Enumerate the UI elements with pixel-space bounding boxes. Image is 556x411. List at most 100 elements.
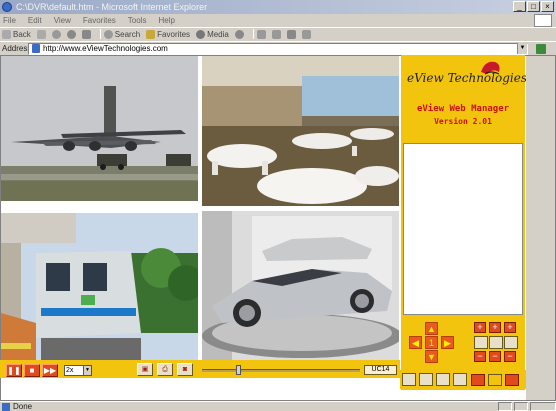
media-icon bbox=[196, 29, 206, 39]
edit-button[interactable] bbox=[286, 29, 296, 39]
favorites-button[interactable]: Favorites bbox=[146, 29, 191, 39]
left-arrow-icon: ◀ bbox=[412, 338, 419, 348]
menu-tools[interactable]: Tools bbox=[128, 14, 147, 27]
playback-control-bar: ❚❚ ■ ▶▶ 2x ▼ ▣ ⎙ ◙ UC14 bbox=[0, 360, 400, 378]
go-icon bbox=[536, 43, 546, 54]
right-arrow-icon: ▶ bbox=[444, 338, 451, 348]
pause-button[interactable]: ❚❚ bbox=[6, 364, 22, 377]
print-icon bbox=[271, 29, 281, 39]
pause-icon: ❚❚ bbox=[7, 366, 21, 375]
back-label: Back bbox=[13, 29, 31, 39]
title-bar: C:\DVR\default.htm - Microsoft Internet … bbox=[0, 0, 556, 14]
ptz-pad: ▲ ◀ 1 ▶ ▼ + + + − − − bbox=[401, 320, 525, 368]
folder-button[interactable] bbox=[453, 373, 467, 386]
status-pane bbox=[498, 402, 512, 411]
discuss-button[interactable] bbox=[301, 29, 311, 39]
up-arrow-icon: ▲ bbox=[427, 324, 436, 334]
single-view-button[interactable] bbox=[471, 374, 485, 386]
settings-button[interactable] bbox=[419, 373, 433, 386]
media-button[interactable]: Media bbox=[196, 29, 229, 39]
menu-help[interactable]: Help bbox=[158, 14, 174, 27]
tilt-up-button[interactable]: ▲ bbox=[425, 322, 438, 335]
print-button[interactable] bbox=[271, 29, 281, 39]
zoom-in-button[interactable]: + bbox=[474, 322, 486, 333]
status-bar: Done bbox=[0, 401, 556, 411]
control-panel: eView Technologies eView Web Manager Ver… bbox=[401, 55, 527, 390]
home-icon bbox=[81, 29, 91, 39]
media-label: Media bbox=[207, 29, 229, 39]
search-button[interactable]: Search bbox=[103, 29, 141, 39]
history-button[interactable] bbox=[234, 29, 244, 39]
iris-icon bbox=[504, 336, 518, 349]
favorites-icon bbox=[146, 29, 156, 39]
home-button[interactable] bbox=[81, 29, 91, 39]
edit-icon bbox=[286, 29, 296, 39]
export-button[interactable]: ▣ bbox=[137, 363, 153, 376]
pan-right-button[interactable]: ▶ bbox=[441, 336, 454, 349]
status-pane bbox=[514, 402, 528, 411]
slider-thumb[interactable] bbox=[236, 365, 241, 375]
print-icon: ⎙ bbox=[162, 366, 168, 373]
stop-nav-button[interactable] bbox=[51, 29, 61, 39]
fast-forward-icon: ▶▶ bbox=[43, 366, 57, 375]
speed-select[interactable]: 2x ▼ bbox=[64, 365, 92, 376]
menu-bar: File Edit View Favorites Tools Help bbox=[0, 14, 556, 27]
camera-view-car[interactable] bbox=[202, 211, 399, 360]
quad-view-button[interactable] bbox=[488, 374, 502, 386]
maximize-button[interactable]: □ bbox=[527, 1, 540, 12]
camera-view-banquet-hall[interactable] bbox=[202, 56, 399, 206]
camera-list-box[interactable] bbox=[403, 143, 523, 315]
right-margin bbox=[526, 56, 555, 400]
fast-forward-button[interactable]: ▶▶ bbox=[42, 364, 58, 377]
menu-view[interactable]: View bbox=[54, 14, 71, 27]
address-url: http://www.eViewTechnologies.com bbox=[43, 44, 168, 53]
nine-view-button[interactable] bbox=[505, 374, 519, 386]
address-dropdown-button[interactable]: ▼ bbox=[517, 43, 527, 54]
browser-window: C:\DVR\default.htm - Microsoft Internet … bbox=[0, 0, 556, 411]
focus-out-button[interactable]: − bbox=[489, 351, 501, 362]
back-icon bbox=[2, 29, 11, 39]
address-label: Address bbox=[2, 44, 32, 53]
status-text: Done bbox=[13, 402, 33, 411]
forward-button[interactable] bbox=[36, 29, 46, 39]
app-version: Version 2.01 bbox=[434, 117, 492, 126]
stop-button[interactable]: ■ bbox=[24, 364, 40, 377]
focus-in-button[interactable]: + bbox=[489, 322, 501, 333]
favorites-label: Favorites bbox=[157, 29, 191, 39]
camera-view-train[interactable] bbox=[1, 213, 198, 360]
camera-view-aircraft[interactable] bbox=[1, 56, 198, 201]
address-input[interactable]: http://www.eViewTechnologies.com ▼ bbox=[28, 42, 528, 55]
playback-slider[interactable] bbox=[202, 365, 360, 375]
forward-icon bbox=[36, 29, 46, 39]
tilt-down-button[interactable]: ▼ bbox=[425, 350, 438, 363]
time-display: UC14 bbox=[364, 365, 397, 375]
refresh-button[interactable] bbox=[66, 29, 76, 39]
mail-button[interactable] bbox=[256, 29, 266, 39]
zoom-icon bbox=[474, 336, 488, 349]
export-icon: ▣ bbox=[141, 366, 149, 373]
address-bar: Address http://www.eViewTechnologies.com… bbox=[0, 41, 556, 55]
search-button[interactable] bbox=[436, 373, 450, 386]
snapshot-button[interactable]: ◙ bbox=[177, 363, 193, 376]
iris-open-button[interactable]: + bbox=[504, 322, 516, 333]
minimize-button[interactable]: _ bbox=[513, 1, 526, 12]
network-button[interactable] bbox=[402, 373, 416, 386]
down-arrow-icon: ▼ bbox=[427, 352, 436, 362]
go-button[interactable] bbox=[531, 43, 551, 55]
close-button[interactable]: × bbox=[541, 1, 554, 12]
preset-button[interactable]: 1 bbox=[425, 336, 438, 349]
camera-icon: ◙ bbox=[182, 366, 188, 373]
menu-file[interactable]: File bbox=[3, 14, 16, 27]
browser-toolbar: Back Search Favorites Media bbox=[0, 27, 556, 40]
zoom-out-button[interactable]: − bbox=[474, 351, 486, 362]
print-snapshot-button[interactable]: ⎙ bbox=[157, 363, 173, 376]
speed-dropdown-icon: ▼ bbox=[83, 366, 91, 375]
refresh-icon bbox=[66, 29, 76, 39]
menu-favorites[interactable]: Favorites bbox=[83, 14, 116, 27]
iris-close-button[interactable]: − bbox=[504, 351, 516, 362]
menu-edit[interactable]: Edit bbox=[28, 14, 42, 27]
pan-left-button[interactable]: ◀ bbox=[409, 336, 422, 349]
search-label: Search bbox=[114, 29, 141, 39]
back-button[interactable]: Back bbox=[2, 29, 31, 39]
layout-toolbar bbox=[400, 370, 526, 389]
